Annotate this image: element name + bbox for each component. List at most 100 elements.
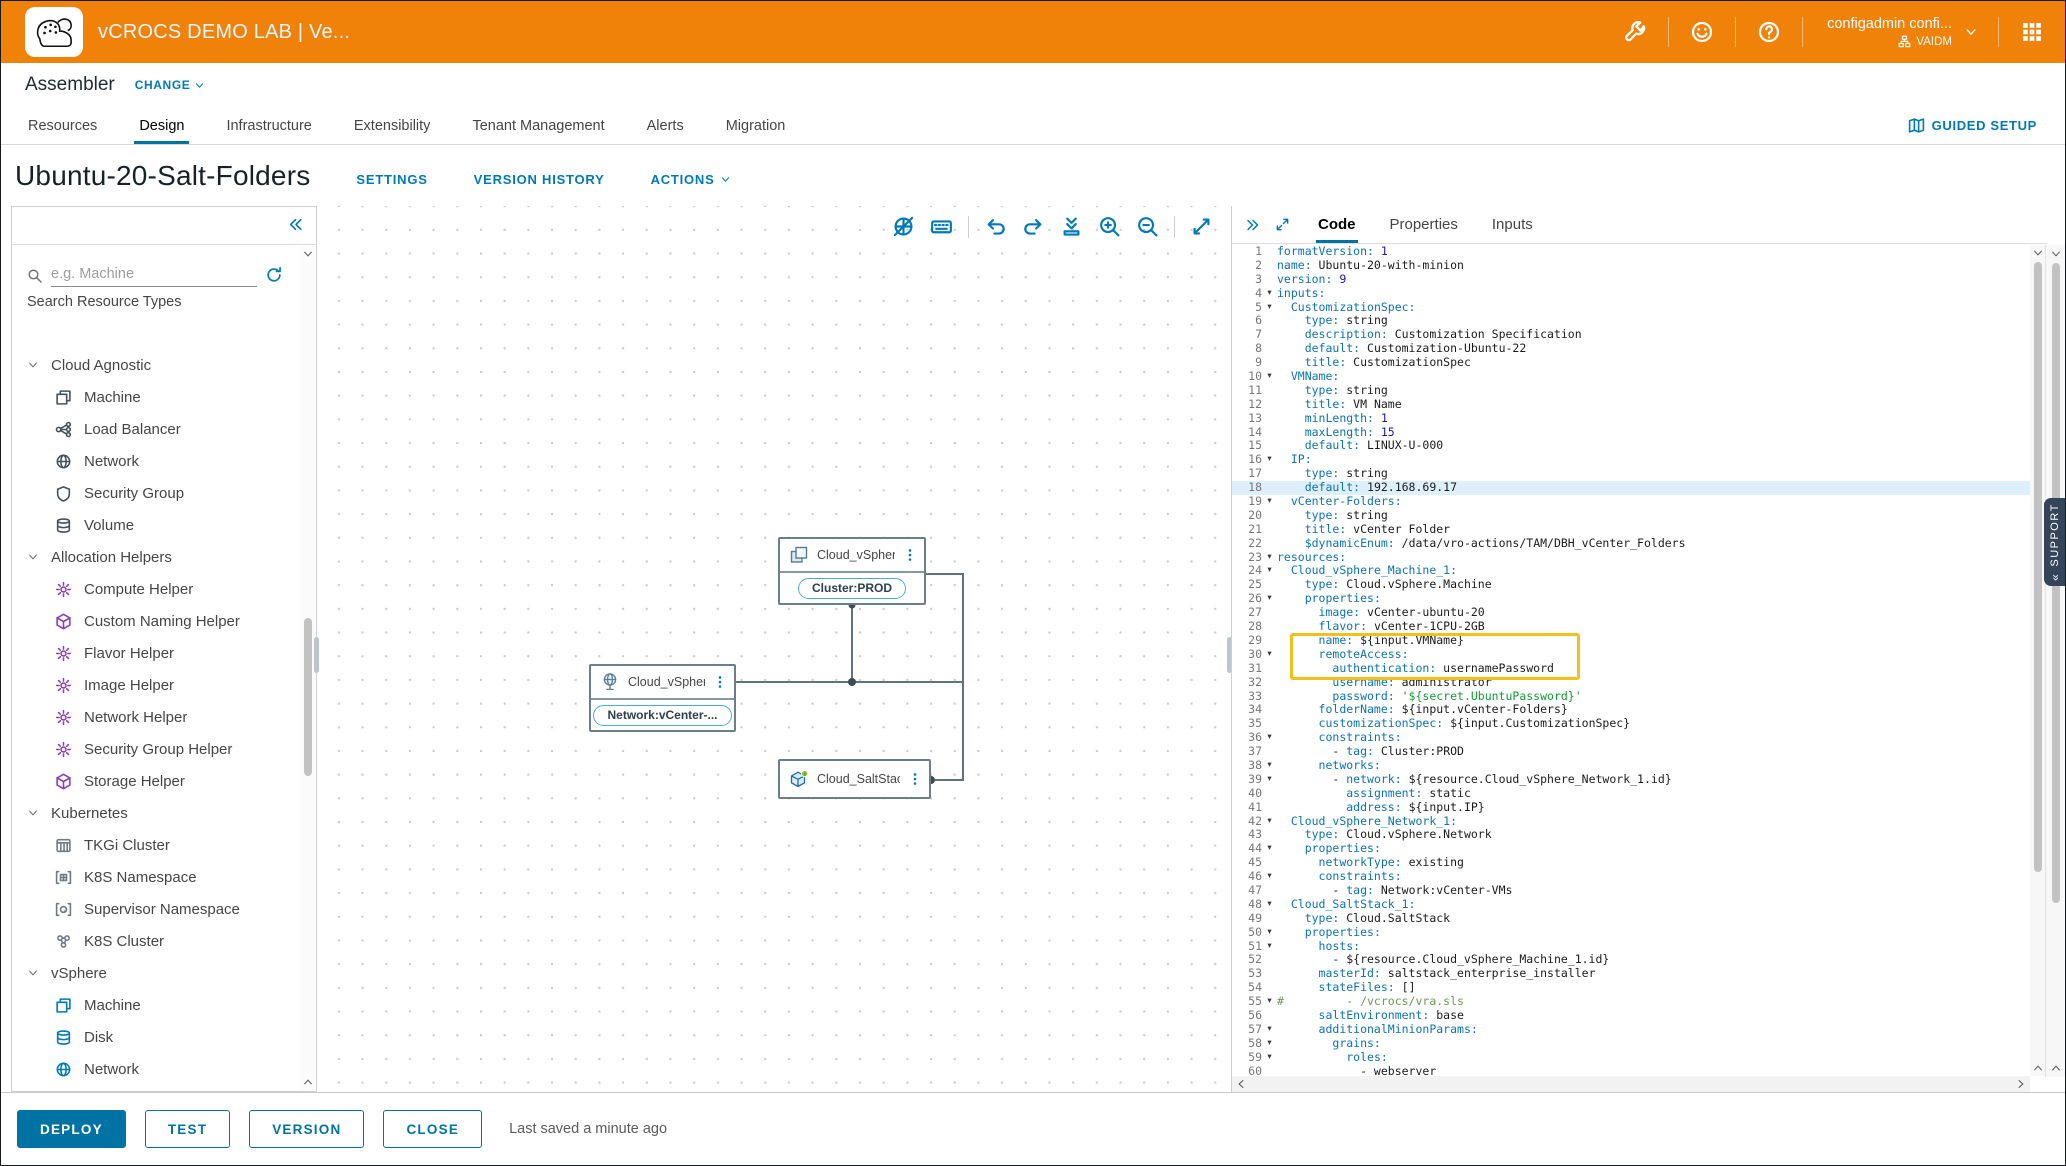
help-icon[interactable] bbox=[1757, 20, 1781, 44]
code-line-34[interactable]: 34 folderName: ${input.vCenter-Folders} bbox=[1232, 703, 2030, 717]
palette-item-security-group[interactable]: Security Group bbox=[27, 477, 300, 509]
code-line-53[interactable]: 53 masterId: saltstack_enterprise_instal… bbox=[1232, 967, 2030, 981]
code-line-14[interactable]: 14 maxLength: 15 bbox=[1232, 426, 2030, 440]
code-line-33[interactable]: 33 password: '${secret.UbuntuPassword}' bbox=[1232, 690, 2030, 704]
code-line-5[interactable]: 5▾ CustomizationSpec: bbox=[1232, 301, 2030, 315]
code-line-39[interactable]: 39▾ - network: ${resource.Cloud_vSphere_… bbox=[1232, 773, 2030, 787]
section-vsphere[interactable]: vSphere bbox=[27, 957, 300, 989]
code-line-51[interactable]: 51▾ hosts: bbox=[1232, 940, 2030, 954]
code-line-18[interactable]: 18 default: 192.168.69.17 bbox=[1232, 481, 2030, 495]
expand-right-icon[interactable] bbox=[1245, 217, 1261, 233]
constraint-tag[interactable]: Cluster:PROD bbox=[798, 578, 906, 599]
code-line-15[interactable]: 15 default: LINUX-U-000 bbox=[1232, 439, 2030, 453]
code-line-36[interactable]: 36▾ constraints: bbox=[1232, 731, 2030, 745]
app-switcher-icon[interactable] bbox=[2021, 21, 2043, 43]
fold-caret-icon[interactable]: ▾ bbox=[1262, 926, 1277, 940]
code-line-55[interactable]: 55▾# - /vcrocs/vra.sls bbox=[1232, 995, 2030, 1009]
palette-item-machine[interactable]: Machine bbox=[27, 989, 300, 1021]
code-line-48[interactable]: 48▾ Cloud_SaltStack_1: bbox=[1232, 898, 2030, 912]
palette-item-compute-helper[interactable]: Compute Helper bbox=[27, 573, 300, 605]
settings-button[interactable]: SETTINGS bbox=[356, 172, 427, 187]
code-line-1[interactable]: 1formatVersion: 1 bbox=[1232, 245, 2030, 259]
code-line-59[interactable]: 59▾ roles: bbox=[1232, 1051, 2030, 1065]
wrench-icon[interactable] bbox=[1623, 20, 1647, 44]
fold-caret-icon[interactable]: ▾ bbox=[1262, 995, 1277, 1009]
tab-infrastructure[interactable]: Infrastructure bbox=[205, 107, 332, 144]
node-menu-icon[interactable] bbox=[908, 771, 922, 787]
code-line-30[interactable]: 30▾ remoteAccess: bbox=[1232, 648, 2030, 662]
actions-button[interactable]: ACTIONS bbox=[651, 172, 731, 187]
code-line-44[interactable]: 44▾ properties: bbox=[1232, 842, 2030, 856]
code-line-60[interactable]: 60 - webserver bbox=[1232, 1065, 2030, 1076]
editor-tab-code[interactable]: Code bbox=[1318, 206, 1356, 243]
code-line-7[interactable]: 7 description: Customization Specificati… bbox=[1232, 328, 2030, 342]
change-product-button[interactable]: CHANGE bbox=[135, 78, 206, 92]
scrollbar-thumb[interactable] bbox=[304, 618, 312, 776]
fold-caret-icon[interactable]: ▾ bbox=[1262, 648, 1277, 662]
resource-search-input[interactable] bbox=[51, 264, 257, 287]
code-line-26[interactable]: 26▾ properties: bbox=[1232, 592, 2030, 606]
code-line-43[interactable]: 43 type: Cloud.vSphere.Network bbox=[1232, 828, 2030, 842]
code-line-47[interactable]: 47 - tag: Network:vCenter-VMs bbox=[1232, 884, 2030, 898]
palette-item-image-helper[interactable]: Image Helper bbox=[27, 669, 300, 701]
yaml-code[interactable]: 1formatVersion: 12name: Ubuntu-20-with-m… bbox=[1232, 245, 2030, 1076]
code-line-22[interactable]: 22 $dynamicEnum: /data/vro-actions/TAM/D… bbox=[1232, 537, 2030, 551]
code-line-49[interactable]: 49 type: Cloud.SaltStack bbox=[1232, 912, 2030, 926]
palette-item-network[interactable]: Network bbox=[27, 1053, 300, 1085]
tab-migration[interactable]: Migration bbox=[705, 107, 807, 144]
code-line-11[interactable]: 11 type: string bbox=[1232, 384, 2030, 398]
fold-caret-icon[interactable]: ▾ bbox=[1262, 1023, 1277, 1037]
palette-item-custom-naming-helper[interactable]: Custom Naming Helper bbox=[27, 605, 300, 637]
smiley-icon[interactable] bbox=[1690, 20, 1714, 44]
palette-item-security-group-helper[interactable]: Security Group Helper bbox=[27, 733, 300, 765]
tab-design[interactable]: Design bbox=[118, 107, 205, 144]
code-line-4[interactable]: 4▾inputs: bbox=[1232, 287, 2030, 301]
code-line-21[interactable]: 21 title: vCenter Folder bbox=[1232, 523, 2030, 537]
tab-alerts[interactable]: Alerts bbox=[626, 107, 705, 144]
tab-tenant-management[interactable]: Tenant Management bbox=[451, 107, 625, 144]
palette-item-machine[interactable]: Machine bbox=[27, 381, 300, 413]
deploy-button[interactable]: DEPLOY bbox=[17, 1110, 126, 1148]
user-caret-icon[interactable] bbox=[1964, 25, 1978, 39]
code-line-19[interactable]: 19▾ vCenter-Folders: bbox=[1232, 495, 2030, 509]
code-line-6[interactable]: 6 type: string bbox=[1232, 314, 2030, 328]
code-line-8[interactable]: 8 default: Customization-Ubuntu-22 bbox=[1232, 342, 2030, 356]
palette-item-supervisor-namespace[interactable]: Supervisor Namespace bbox=[27, 893, 300, 925]
code-line-37[interactable]: 37 - tag: Cluster:PROD bbox=[1232, 745, 2030, 759]
code-line-32[interactable]: 32 username: administrator bbox=[1232, 676, 2030, 690]
guided-setup-button[interactable]: GUIDED SETUP bbox=[1908, 107, 2037, 144]
node-cloud-vsphere-machine[interactable]: Cloud_vSpher... Cluster:PROD bbox=[778, 537, 926, 605]
section-nsx[interactable]: NSX bbox=[27, 1085, 300, 1091]
page-scrollbar[interactable] bbox=[2045, 245, 2065, 1077]
maximize-icon[interactable] bbox=[1275, 217, 1290, 232]
version-button[interactable]: VERSION bbox=[249, 1110, 364, 1148]
palette-item-disk[interactable]: Disk bbox=[27, 1021, 300, 1053]
code-line-41[interactable]: 41 address: ${input.IP} bbox=[1232, 801, 2030, 815]
test-button[interactable]: TEST bbox=[145, 1110, 230, 1148]
close-button[interactable]: CLOSE bbox=[383, 1110, 482, 1148]
code-line-2[interactable]: 2name: Ubuntu-20-with-minion bbox=[1232, 259, 2030, 273]
vcrocs-logo[interactable] bbox=[25, 7, 83, 57]
code-line-9[interactable]: 9 title: CustomizationSpec bbox=[1232, 356, 2030, 370]
code-line-46[interactable]: 46▾ constraints: bbox=[1232, 870, 2030, 884]
fold-caret-icon[interactable]: ▾ bbox=[1262, 940, 1277, 954]
editor-tab-properties[interactable]: Properties bbox=[1390, 206, 1458, 243]
code-line-56[interactable]: 56 saltEnvironment: base bbox=[1232, 1009, 2030, 1023]
palette-item-k8s-cluster[interactable]: K8S Cluster bbox=[27, 925, 300, 957]
code-line-3[interactable]: 3version: 9 bbox=[1232, 273, 2030, 287]
code-line-45[interactable]: 45 networkType: existing bbox=[1232, 856, 2030, 870]
fold-caret-icon[interactable]: ▾ bbox=[1262, 815, 1277, 829]
fold-caret-icon[interactable]: ▾ bbox=[1262, 870, 1277, 884]
code-line-17[interactable]: 17 type: string bbox=[1232, 467, 2030, 481]
tab-extensibility[interactable]: Extensibility bbox=[333, 107, 452, 144]
palette-item-tkgi-cluster[interactable]: TKGi Cluster bbox=[27, 829, 300, 861]
design-canvas[interactable]: Cloud_vSpher... Cluster:PROD Cloud_vSphe… bbox=[318, 206, 1231, 1092]
fold-caret-icon[interactable]: ▾ bbox=[1262, 370, 1277, 384]
refresh-icon[interactable] bbox=[265, 266, 283, 284]
code-line-38[interactable]: 38▾ networks: bbox=[1232, 759, 2030, 773]
fold-caret-icon[interactable]: ▾ bbox=[1262, 495, 1277, 509]
fold-caret-icon[interactable]: ▾ bbox=[1262, 453, 1277, 467]
section-cloud-agnostic[interactable]: Cloud Agnostic bbox=[27, 349, 300, 381]
palette-item-k8s-namespace[interactable]: K8S Namespace bbox=[27, 861, 300, 893]
code-line-29[interactable]: 29 name: ${input.VMName} bbox=[1232, 634, 2030, 648]
